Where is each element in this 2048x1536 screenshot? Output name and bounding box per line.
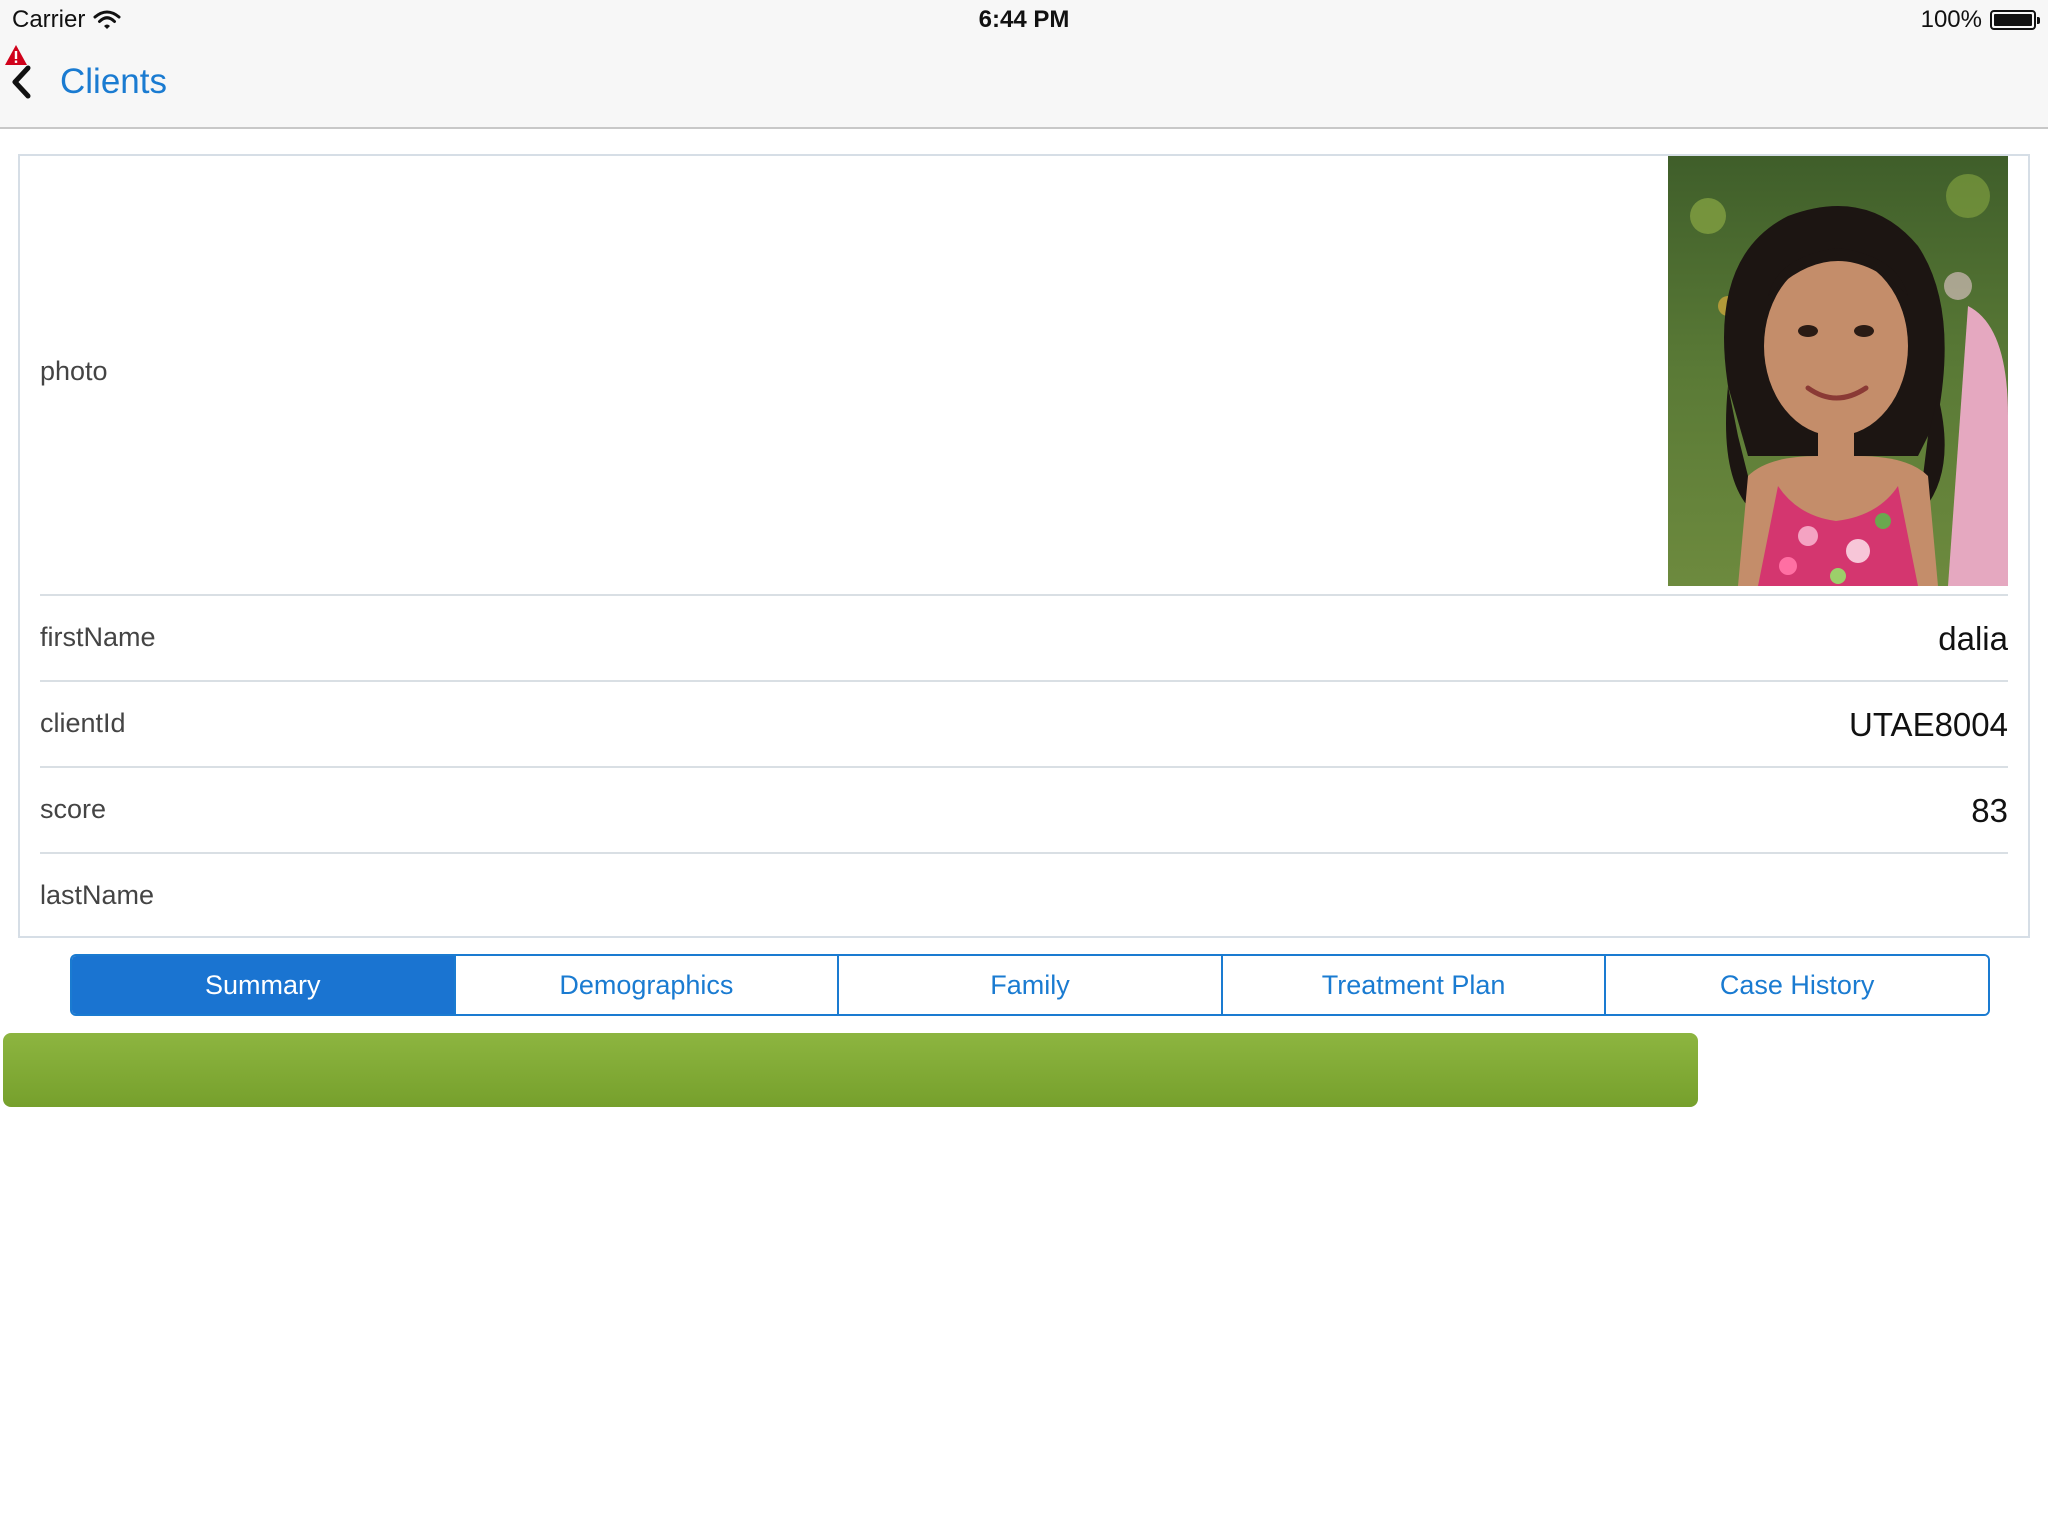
battery-icon — [1990, 10, 2040, 30]
battery-percent: 100% — [1920, 6, 1982, 33]
score-value: 83 — [1971, 792, 2008, 829]
status-right: 100% — [1920, 6, 2040, 34]
chevron-left-icon — [12, 65, 31, 99]
tab-case-history[interactable]: Case History — [1606, 956, 1988, 1014]
client-photo-image — [1668, 156, 2008, 586]
tab-summary[interactable]: Summary — [72, 956, 456, 1014]
back-label: Clients — [60, 62, 167, 101]
status-time: 6:44 PM — [978, 6, 1070, 33]
form-row-last-name[interactable]: lastName — [40, 854, 2008, 936]
first-name-label: firstName — [40, 622, 156, 652]
back-button[interactable]: Clients — [10, 62, 167, 102]
photo-label: photo — [40, 356, 108, 386]
last-name-label: lastName — [40, 880, 155, 910]
form-row-client-id[interactable]: clientId UTAE8004 — [40, 682, 2008, 768]
green-action-bar[interactable] — [3, 1033, 1698, 1107]
client-photo[interactable] — [1668, 156, 2008, 586]
form-row-first-name[interactable]: firstName dalia — [40, 596, 2008, 682]
tab-family[interactable]: Family — [839, 956, 1223, 1014]
client-id-label: clientId — [40, 708, 126, 738]
first-name-value: dalia — [1938, 620, 2008, 657]
form-row-score[interactable]: score 83 — [40, 768, 2008, 854]
navigation-bar: Clients — [0, 40, 2048, 129]
status-bar: Carrier 6:44 PM 100% — [0, 0, 2048, 40]
tab-treatment-plan[interactable]: Treatment Plan — [1222, 956, 1607, 1014]
client-detail-form: photo firstName dalia clientId UTAE8004 … — [18, 154, 2030, 938]
score-label: score — [40, 794, 107, 824]
client-id-value: UTAE8004 — [1849, 706, 2008, 743]
form-row-photo: photo — [40, 156, 2008, 596]
section-tabs: Summary Demographics Family Treatment Pl… — [70, 954, 1990, 1016]
tab-demographics[interactable]: Demographics — [455, 956, 840, 1014]
